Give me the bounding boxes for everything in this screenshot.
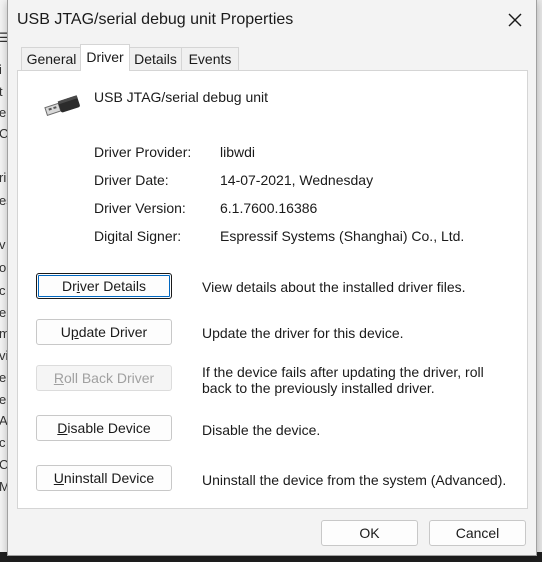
button-access-key: D xyxy=(57,420,68,436)
background-text: i xyxy=(0,62,2,77)
background-text: m xyxy=(0,326,7,341)
background-text: C xyxy=(0,457,7,472)
title-bar[interactable]: USB JTAG/serial debug unit Properties xyxy=(8,0,536,40)
button-label-part: date Driver xyxy=(78,324,148,340)
button-label-part: Dr xyxy=(61,278,77,294)
background-text: v xyxy=(0,237,6,252)
background-text: ☰ xyxy=(0,30,7,45)
background-text: e xyxy=(0,370,7,385)
driver-version-label: Driver Version: xyxy=(94,200,186,216)
roll-back-driver-button: Roll Back Driver xyxy=(36,365,172,391)
cancel-button[interactable]: Cancel xyxy=(429,520,526,546)
background-text: A xyxy=(0,413,7,428)
digital-signer-label: Digital Signer: xyxy=(94,228,182,244)
properties-dialog: USB JTAG/serial debug unit Properties Ge… xyxy=(7,0,537,556)
driver-tab-panel: USB JTAG/serial debug unit Driver Provid… xyxy=(17,70,528,509)
background-text: t xyxy=(0,84,3,99)
background-text: ri xyxy=(0,170,7,185)
background-text: c xyxy=(0,435,6,450)
background-text: e xyxy=(0,305,7,320)
button-label-part: isable Device xyxy=(67,420,151,436)
tab-details[interactable]: Details xyxy=(128,47,183,70)
button-label-part: ver Details xyxy=(79,278,147,294)
update-driver-button[interactable]: Update Driver xyxy=(36,319,172,345)
background-text: e xyxy=(0,105,7,120)
button-label-part: oll Back Driver xyxy=(63,370,155,386)
button-label-part: U xyxy=(60,324,71,340)
driver-date-label: Driver Date: xyxy=(94,172,169,188)
window-title: USB JTAG/serial debug unit Properties xyxy=(17,11,294,28)
driver-date-value: 14-07-2021, Wednesday xyxy=(220,172,374,188)
button-label-part: ninstall Device xyxy=(63,470,155,486)
uninstall-device-button[interactable]: Uninstall Device xyxy=(36,465,172,491)
disable-device-description: Disable the device. xyxy=(202,422,321,438)
ok-button[interactable]: OK xyxy=(321,520,418,546)
background-text: M xyxy=(0,479,7,494)
disable-device-button[interactable]: Disable Device xyxy=(36,415,172,441)
tab-general[interactable]: General xyxy=(21,47,82,70)
button-access-key: p xyxy=(70,324,79,340)
update-driver-description: Update the driver for this device. xyxy=(202,325,404,341)
driver-provider-value: libwdi xyxy=(220,144,256,160)
close-icon xyxy=(508,13,522,27)
driver-details-description: View details about the installed driver … xyxy=(202,279,466,295)
driver-version-value: 6.1.7600.16386 xyxy=(220,200,318,216)
roll-back-driver-description: If the device fails after updating the d… xyxy=(202,364,484,396)
digital-signer-value: Espressif Systems (Shanghai) Co., Ltd. xyxy=(220,228,465,244)
button-access-key: U xyxy=(53,470,64,486)
background-text: C xyxy=(0,126,7,141)
button-access-key: R xyxy=(53,370,64,386)
uninstall-device-description: Uninstall the device from the system (Ad… xyxy=(202,472,507,488)
background-text: c xyxy=(0,283,6,298)
background-text: vi xyxy=(0,348,7,363)
close-button[interactable] xyxy=(502,7,528,33)
tab-events[interactable]: Events xyxy=(181,47,239,70)
driver-provider-label: Driver Provider: xyxy=(94,144,192,160)
tab-driver[interactable]: Driver xyxy=(80,44,130,71)
background-text: o xyxy=(0,260,7,275)
device-name: USB JTAG/serial debug unit xyxy=(94,89,269,105)
background-text: es xyxy=(0,193,7,208)
background-text: e xyxy=(0,392,7,407)
usb-plug-icon xyxy=(44,95,80,116)
driver-details-button[interactable]: Driver Details xyxy=(36,273,172,299)
